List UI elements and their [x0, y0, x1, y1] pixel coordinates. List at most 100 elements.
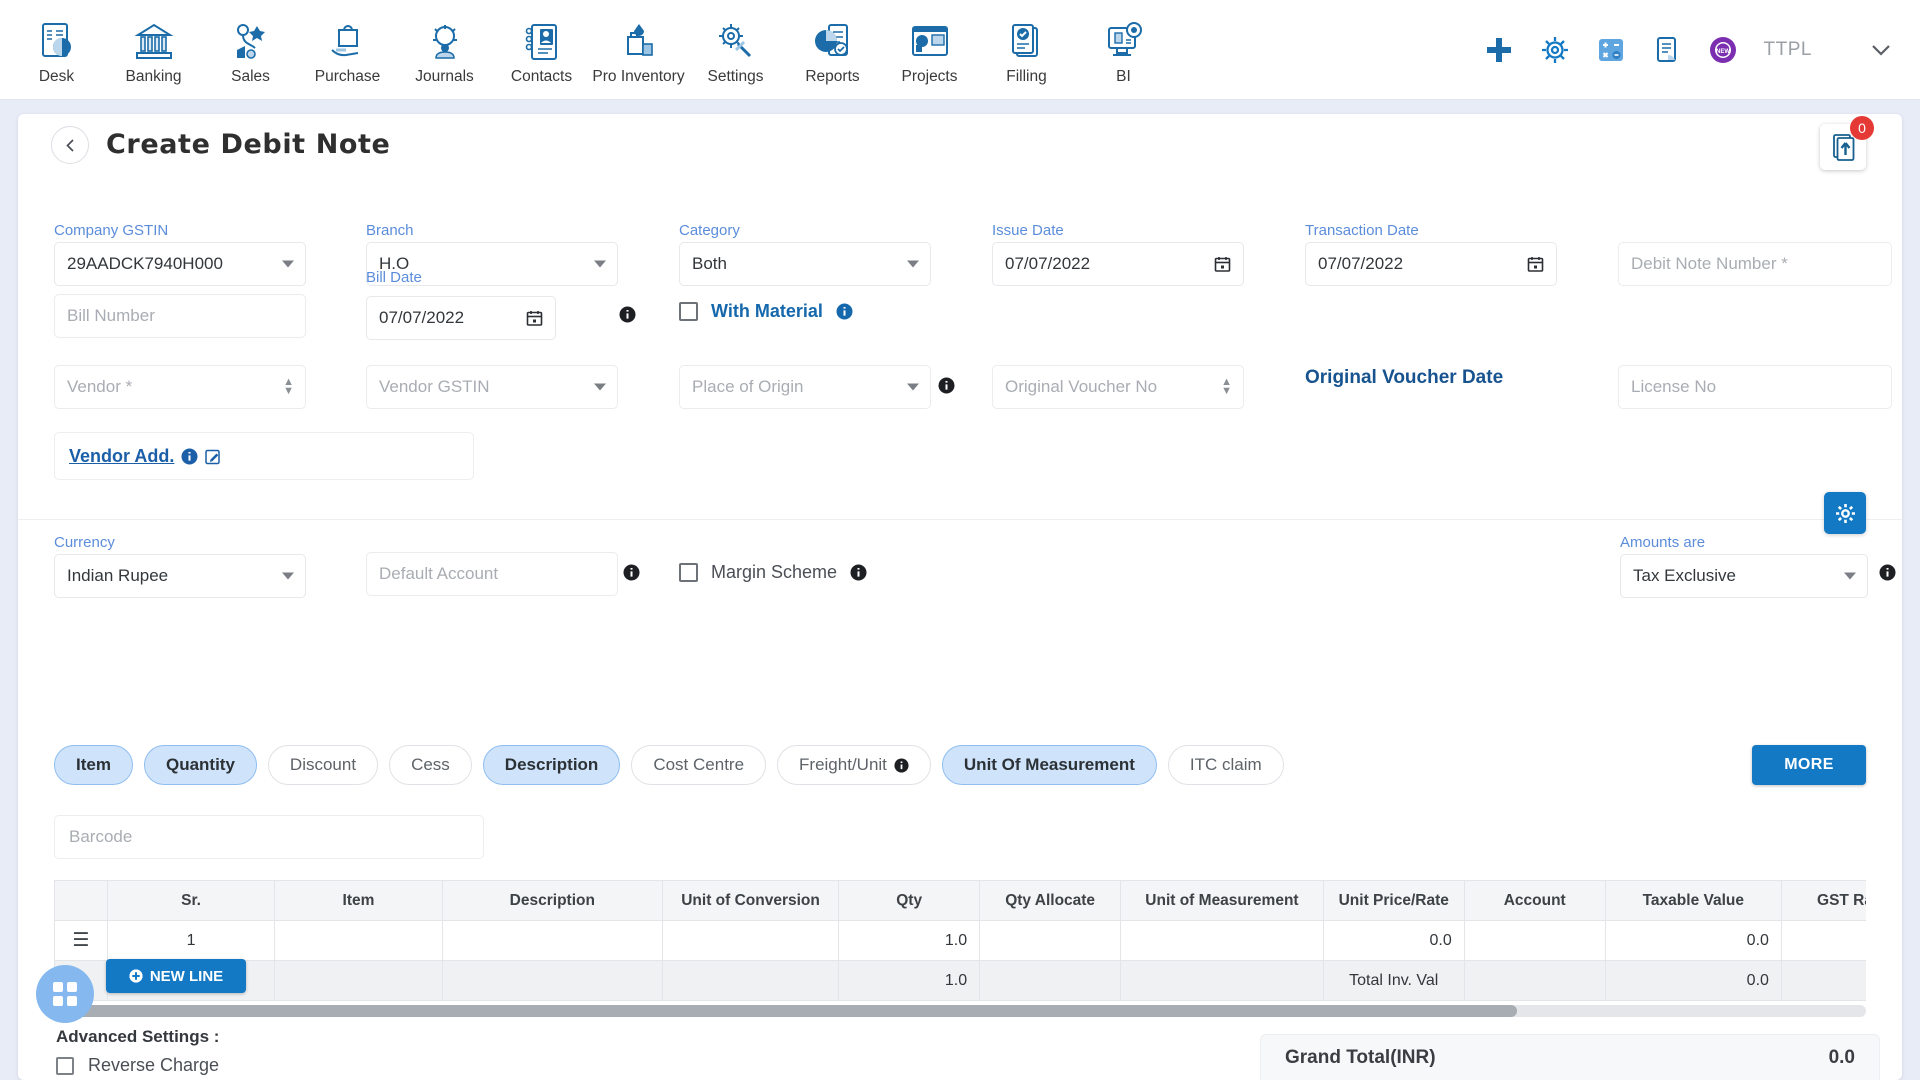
- cell-account[interactable]: [1463, 920, 1606, 961]
- new-line-button[interactable]: NEW LINE: [106, 959, 246, 993]
- nav-item-journals[interactable]: Journals: [396, 14, 493, 86]
- th-unit-of-conversion[interactable]: Unit of Conversion: [661, 880, 840, 921]
- cell-unit-price-rate[interactable]: 0.0: [1322, 920, 1465, 961]
- calculator-icon[interactable]: [1596, 35, 1626, 65]
- margin-scheme-checkbox[interactable]: [679, 563, 698, 582]
- nav-item-sales[interactable]: Sales: [202, 14, 299, 86]
- nav-item-reports[interactable]: Reports: [784, 14, 881, 86]
- cell-unit-of-conversion[interactable]: [661, 920, 840, 961]
- cell-taxable-value[interactable]: 0.0: [1604, 920, 1782, 961]
- new-badge-icon[interactable]: NEW: [1708, 35, 1738, 65]
- chip-unit-of-measurement[interactable]: Unit Of Measurement: [941, 745, 1157, 785]
- bill-date-input[interactable]: 07/07/2022: [366, 296, 556, 340]
- cell-qty[interactable]: 1.0: [838, 920, 981, 961]
- company-gstin-select[interactable]: 29AADCK7940H000: [54, 242, 306, 286]
- nav-item-filling[interactable]: Filling: [978, 14, 1075, 86]
- nav-item-settings[interactable]: Settings: [687, 14, 784, 86]
- document-icon[interactable]: [1652, 35, 1682, 65]
- cell-qty-allocate[interactable]: [979, 920, 1122, 961]
- table-horizontal-scrollbar[interactable]: [54, 1005, 1866, 1017]
- field-amounts-are: Amounts are Tax Exclusive: [1620, 534, 1868, 598]
- th-sr[interactable]: Sr.: [106, 880, 276, 921]
- chip-itc-claim[interactable]: ITC claim: [1167, 745, 1284, 785]
- chip-cess[interactable]: Cess: [389, 745, 472, 785]
- bill-number-input[interactable]: Bill Number: [54, 294, 306, 338]
- default-account-input[interactable]: Default Account: [366, 552, 618, 596]
- debit-note-number-input[interactable]: Debit Note Number *: [1618, 242, 1892, 286]
- vendor-input[interactable]: Vendor * ▲ ▼: [54, 365, 306, 409]
- back-button[interactable]: [51, 126, 89, 164]
- row-drag-handle[interactable]: ☰: [54, 920, 108, 961]
- nav-item-banking[interactable]: Banking: [105, 14, 202, 86]
- info-icon[interactable]: [836, 303, 853, 320]
- stepper-icon[interactable]: ▲ ▼: [1221, 377, 1232, 397]
- original-voucher-no-input[interactable]: Original Voucher No ▲ ▼: [992, 365, 1244, 409]
- stepper-icon[interactable]: ▲ ▼: [283, 377, 294, 397]
- th-unit-of-measurement[interactable]: Unit of Measurement: [1120, 880, 1324, 921]
- amounts-are-select[interactable]: Tax Exclusive: [1620, 554, 1868, 598]
- scrollbar-thumb[interactable]: [54, 1005, 1517, 1017]
- vendor-address-link[interactable]: Vendor Add.: [69, 446, 174, 467]
- chip-quantity[interactable]: Quantity: [143, 745, 257, 785]
- transaction-date-input[interactable]: 07/07/2022: [1305, 242, 1557, 286]
- more-button[interactable]: MORE: [1752, 745, 1866, 785]
- th-qty[interactable]: Qty: [838, 880, 981, 921]
- th-qty-allocate[interactable]: Qty Allocate: [979, 880, 1122, 921]
- reverse-charge-checkbox[interactable]: [56, 1056, 74, 1075]
- chip-description[interactable]: Description: [482, 745, 621, 785]
- th-gst-rate[interactable]: GST Rate: [1780, 880, 1866, 921]
- cell-unit-of-measurement[interactable]: [1120, 920, 1324, 961]
- nav-item-pro-inventory[interactable]: Pro Inventory: [590, 14, 687, 86]
- nav-label: Desk: [38, 67, 75, 85]
- th-account[interactable]: Account: [1463, 880, 1606, 921]
- place-of-origin-select[interactable]: Place of Origin: [679, 365, 931, 409]
- chip-cost-centre[interactable]: Cost Centre: [631, 745, 767, 785]
- nav-item-projects[interactable]: Projects: [881, 14, 978, 86]
- calendar-icon[interactable]: [1527, 256, 1544, 273]
- nav-item-contacts[interactable]: Contacts: [493, 14, 590, 86]
- cell-description[interactable]: [441, 920, 663, 961]
- info-icon[interactable]: [619, 306, 636, 323]
- vendor-gstin-select[interactable]: Vendor GSTIN: [366, 365, 618, 409]
- issue-date-input[interactable]: 07/07/2022: [992, 242, 1244, 286]
- cell-item[interactable]: [274, 920, 443, 961]
- chip-freight-unit[interactable]: Freight/Unit: [777, 745, 931, 785]
- widget-launcher-button[interactable]: [36, 965, 94, 1023]
- th-item[interactable]: Item: [274, 880, 443, 921]
- nav-item-purchase[interactable]: Purchase: [299, 14, 396, 86]
- vendor-address-box[interactable]: Vendor Add.: [54, 432, 474, 480]
- table-row[interactable]: ☰ 1 1.0 0.0 0.0 0.0: [54, 920, 1866, 961]
- with-material-checkbox-row[interactable]: With Material: [679, 301, 853, 322]
- th-unit-price-rate[interactable]: Unit Price/Rate: [1322, 880, 1465, 921]
- info-icon[interactable]: [623, 564, 640, 581]
- gear-icon[interactable]: [1540, 35, 1570, 65]
- info-icon[interactable]: [1879, 564, 1896, 581]
- nav-item-desk[interactable]: Desk: [8, 14, 105, 86]
- plus-icon[interactable]: [1484, 35, 1514, 65]
- chevron-down-icon[interactable]: [1868, 37, 1894, 63]
- chip-label: Freight/Unit: [799, 755, 887, 774]
- barcode-input[interactable]: Barcode: [54, 815, 484, 859]
- license-no-input[interactable]: License No: [1618, 365, 1892, 409]
- chip-discount[interactable]: Discount: [267, 745, 379, 785]
- advanced-option-reverse-charge[interactable]: Reverse Charge: [56, 1055, 293, 1076]
- edit-pencil-icon[interactable]: [205, 448, 222, 465]
- currency-select[interactable]: Indian Rupee: [54, 554, 306, 598]
- desk-dashboard-icon: [41, 22, 71, 57]
- table-settings-button[interactable]: [1824, 492, 1866, 534]
- category-select[interactable]: Both: [679, 242, 931, 286]
- info-icon[interactable]: [181, 448, 198, 465]
- info-icon[interactable]: [894, 757, 909, 773]
- cell-gst-rate[interactable]: [1780, 920, 1866, 961]
- nav-item-bi[interactable]: BI: [1075, 14, 1172, 86]
- chip-item[interactable]: Item: [54, 745, 133, 785]
- with-material-checkbox[interactable]: [679, 302, 698, 321]
- calendar-icon[interactable]: [526, 310, 543, 327]
- info-icon[interactable]: [938, 377, 955, 394]
- th-taxable-value[interactable]: Taxable Value: [1604, 880, 1782, 921]
- th-description[interactable]: Description: [441, 880, 663, 921]
- calendar-icon[interactable]: [1214, 256, 1231, 273]
- chevron-down-icon: [282, 572, 294, 580]
- info-icon[interactable]: [850, 564, 867, 581]
- margin-scheme-checkbox-row[interactable]: Margin Scheme: [679, 562, 867, 583]
